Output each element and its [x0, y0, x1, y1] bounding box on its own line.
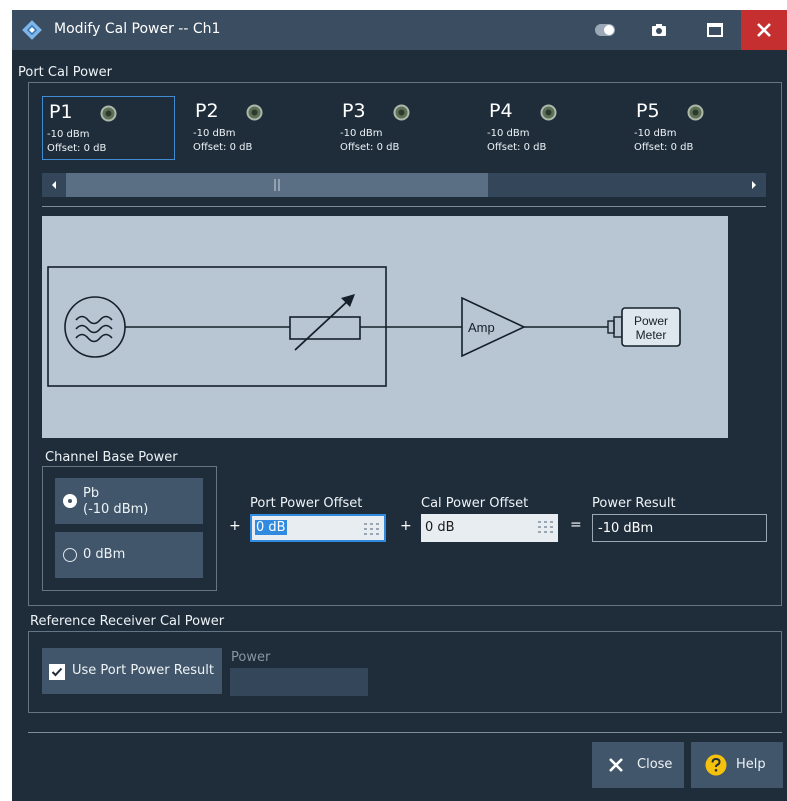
equals-operator: =: [570, 517, 582, 533]
bottom-divider: [28, 732, 782, 733]
cal-power-offset-input[interactable]: 0 dB: [421, 514, 558, 542]
port-power: -10 dBm: [47, 129, 90, 140]
reference-power-input: [230, 668, 368, 696]
reference-power-label: Power: [231, 650, 271, 665]
port-offset: Offset: 0 dB: [487, 142, 547, 153]
close-window-button[interactable]: [741, 10, 787, 50]
port-power: -10 dBm: [193, 128, 236, 139]
zero-dbm-option-button[interactable]: 0 dBm: [55, 532, 203, 578]
keypad-icon[interactable]: [364, 523, 380, 535]
radio-selected-icon: [63, 494, 77, 508]
checkbox-checked-icon: [49, 664, 65, 680]
port-p5[interactable]: P5 -10 dBm Offset: 0 dB: [630, 96, 763, 160]
power-meter-label-1: Power: [634, 314, 668, 328]
maximize-icon: [707, 23, 723, 37]
port-status-icon: [100, 105, 117, 122]
port-power: -10 dBm: [340, 128, 383, 139]
pb-option-button[interactable]: Pb (-10 dBm): [55, 478, 203, 524]
power-result-field: -10 dBm: [592, 514, 767, 542]
pb-option-label: Pb: [83, 486, 100, 501]
power-result-value: -10 dBm: [598, 521, 654, 536]
port-name: P3: [342, 100, 366, 122]
port-power-offset-value: 0 dB: [255, 520, 287, 535]
pb-option-value: (-10 dBm): [83, 502, 149, 517]
close-button[interactable]: Close: [592, 742, 684, 788]
rs-logo-icon: [22, 20, 42, 40]
cal-power-offset-value: 0 dB: [425, 520, 455, 535]
scroll-right-button[interactable]: [742, 173, 766, 197]
port-p1[interactable]: P1 -10 dBm Offset: 0 dB: [42, 96, 175, 160]
zero-dbm-option-label: 0 dBm: [83, 547, 126, 562]
dialog-window: Modify Cal Power -- Ch1 Port Cal Power P…: [12, 10, 787, 801]
camera-icon: [652, 24, 666, 36]
grip-icon: [274, 179, 280, 191]
chevron-left-icon: [52, 181, 56, 189]
screenshot-button[interactable]: [636, 10, 682, 50]
amp-label: Amp: [468, 320, 495, 335]
use-port-power-result-checkbox[interactable]: Use Port Power Result: [42, 648, 222, 694]
port-name: P1: [49, 101, 73, 123]
port-offset: Offset: 0 dB: [340, 142, 400, 153]
maximize-button[interactable]: [692, 10, 738, 50]
port-power-offset-label: Port Power Offset: [250, 496, 363, 511]
port-power-offset-input[interactable]: 0 dB: [250, 514, 386, 542]
port-name: P4: [489, 100, 513, 122]
scroll-left-button[interactable]: [42, 173, 66, 197]
diagram-drawing: Amp Power Meter: [47, 266, 681, 387]
port-name: P2: [195, 100, 219, 122]
keypad-icon[interactable]: [538, 521, 554, 533]
port-cal-power-label: Port Cal Power: [18, 65, 112, 80]
port-power: -10 dBm: [634, 128, 677, 139]
port-offset: Offset: 0 dB: [634, 142, 694, 153]
scrollbar-thumb[interactable]: [66, 173, 488, 197]
reference-receiver-label: Reference Receiver Cal Power: [30, 614, 225, 629]
port-p3[interactable]: P3 -10 dBm Offset: 0 dB: [336, 96, 469, 160]
plus-operator: +: [229, 518, 241, 534]
plus-operator-2: +: [400, 518, 412, 534]
port-p4[interactable]: P4 -10 dBm Offset: 0 dB: [483, 96, 616, 160]
signal-path-diagram: Amp Power Meter: [42, 216, 728, 438]
radio-unselected-icon: [63, 548, 77, 562]
help-label: Help: [736, 757, 766, 772]
help-button[interactable]: Help: [691, 742, 783, 788]
toggle-icon: [595, 24, 615, 36]
cal-power-offset-label: Cal Power Offset: [421, 496, 529, 511]
port-status-icon: [246, 104, 263, 121]
port-p2[interactable]: P2 -10 dBm Offset: 0 dB: [189, 96, 322, 160]
port-status-icon: [540, 104, 557, 121]
port-offset: Offset: 0 dB: [47, 143, 107, 154]
power-result-label: Power Result: [592, 496, 676, 511]
port-status-icon: [687, 104, 704, 121]
channel-base-power-label: Channel Base Power: [45, 450, 178, 465]
title-bar: Modify Cal Power -- Ch1: [12, 10, 787, 50]
close-label: Close: [637, 757, 673, 772]
close-icon: [757, 23, 771, 37]
port-name: P5: [636, 100, 660, 122]
divider: [42, 206, 766, 207]
ports-scrollbar[interactable]: [42, 173, 766, 197]
window-title: Modify Cal Power -- Ch1: [54, 21, 221, 37]
port-power: -10 dBm: [487, 128, 530, 139]
port-status-icon: [393, 104, 410, 121]
toggle-button[interactable]: [582, 10, 628, 50]
chevron-right-icon: [752, 181, 756, 189]
port-offset: Offset: 0 dB: [193, 142, 253, 153]
help-icon: [705, 754, 727, 776]
close-x-icon: [609, 758, 623, 772]
use-port-power-result-label: Use Port Power Result: [72, 663, 214, 678]
power-meter-label-2: Meter: [636, 328, 667, 342]
